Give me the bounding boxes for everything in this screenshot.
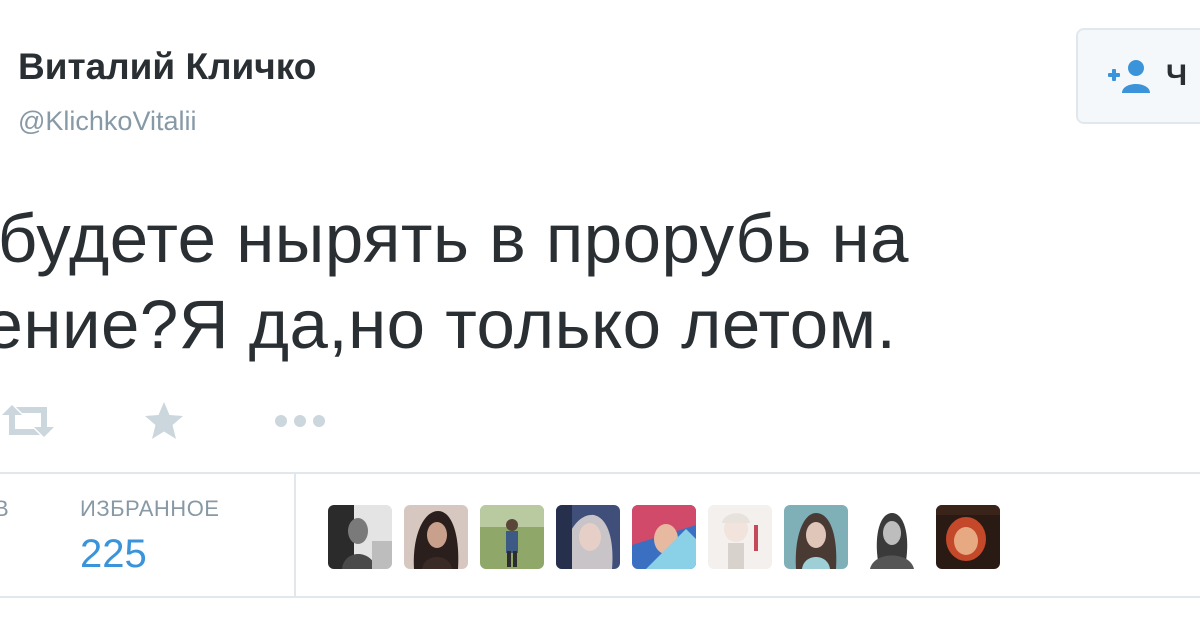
avatar[interactable]	[860, 505, 924, 569]
avatar[interactable]	[632, 505, 696, 569]
follow-label: Ч	[1166, 59, 1188, 92]
tweet-text: ы будете нырять в прорубь на щение?Я да,…	[0, 196, 1088, 368]
retweets-label: В	[0, 496, 9, 521]
more-button[interactable]	[272, 398, 332, 448]
add-user-icon	[1108, 59, 1152, 93]
retweet-button[interactable]	[0, 398, 60, 448]
stats-divider-vertical	[294, 474, 296, 596]
favorites-label: ИЗБРАННОЕ	[80, 496, 220, 521]
author-handle[interactable]: @KlichkoVitalii	[18, 106, 196, 137]
star-icon	[142, 400, 186, 447]
avatar[interactable]	[404, 505, 468, 569]
author-name[interactable]: Виталий Кличко	[18, 46, 316, 88]
avatar[interactable]	[328, 505, 392, 569]
tweet-text-line-2: щение?Я да,но только летом.	[0, 286, 897, 363]
avatar[interactable]	[936, 505, 1000, 569]
tweet-card: Виталий Кличко @KlichkoVitalii Ч ы будет…	[0, 0, 1200, 630]
avatar[interactable]	[480, 505, 544, 569]
stats-divider-bottom	[0, 596, 1200, 598]
retweet-icon	[0, 401, 56, 446]
more-icon	[272, 411, 328, 436]
favorites-count[interactable]: 225	[80, 532, 147, 577]
follow-button[interactable]: Ч	[1076, 28, 1200, 124]
avatar[interactable]	[556, 505, 620, 569]
stats-divider-top	[0, 472, 1200, 474]
avatar[interactable]	[784, 505, 848, 569]
avatar[interactable]	[708, 505, 772, 569]
tweet-text-line-1: ы будете нырять в прорубь на	[0, 200, 910, 277]
favorite-button[interactable]	[142, 398, 190, 448]
